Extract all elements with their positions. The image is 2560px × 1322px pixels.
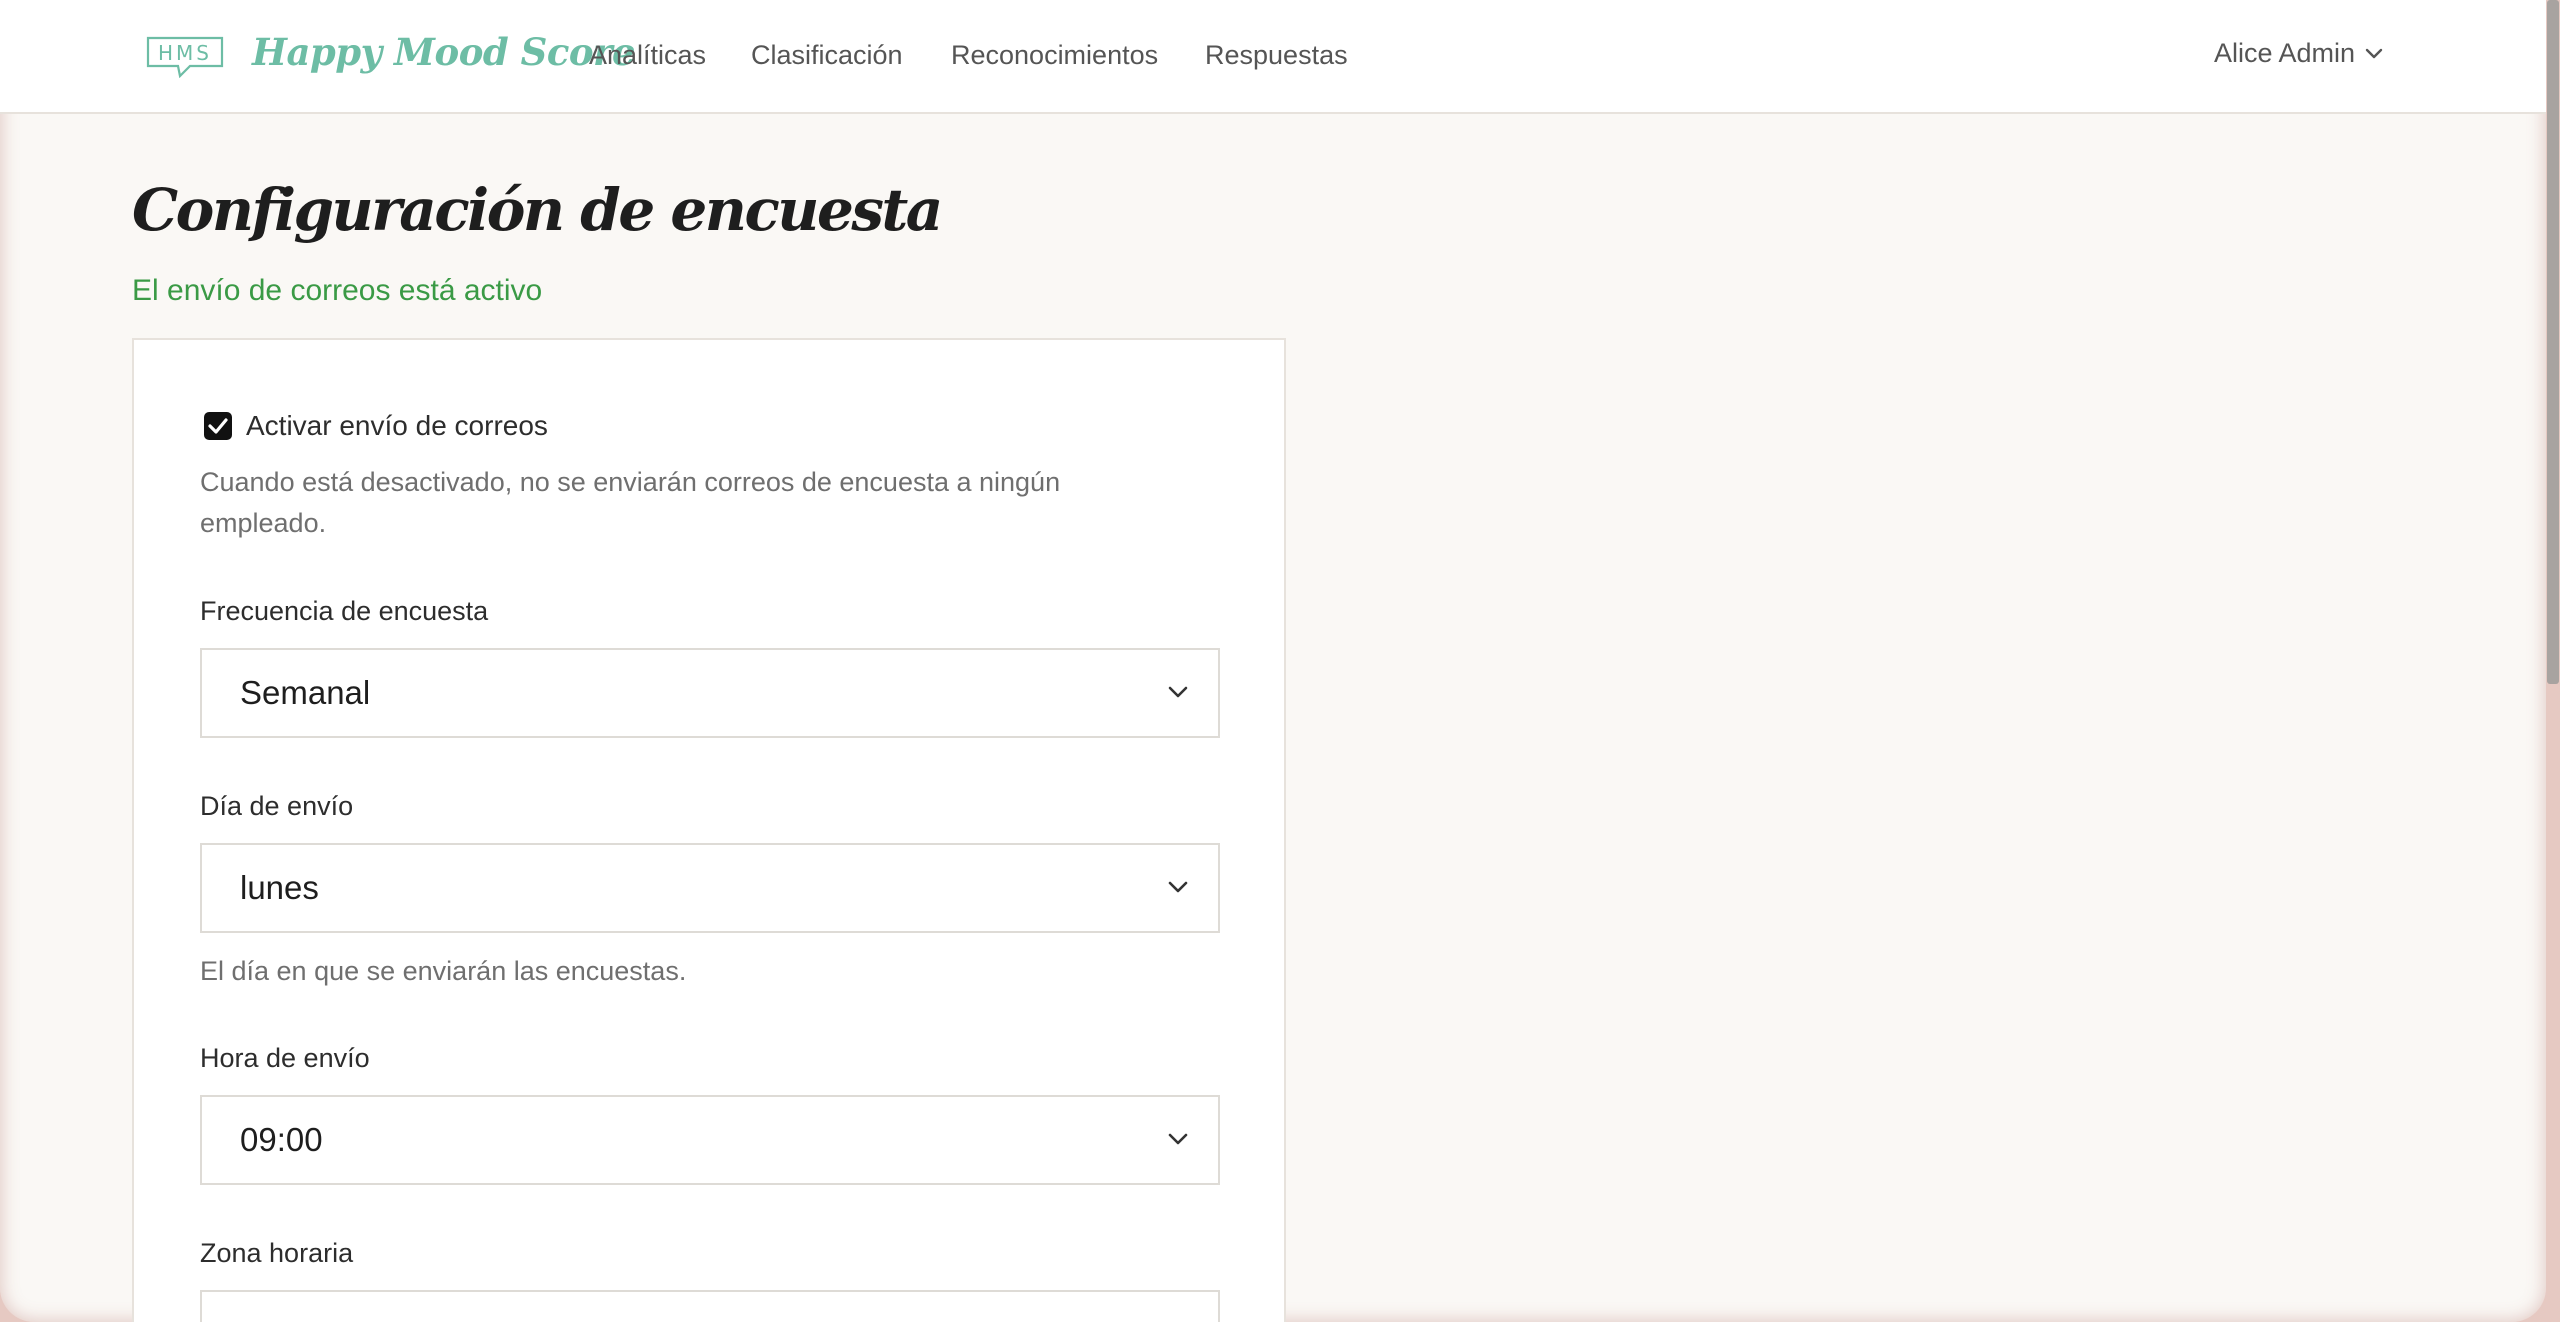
- app-window: HMS Happy Mood Score Analíticas Clasific…: [0, 0, 2546, 1322]
- chevron-down-icon: [1168, 686, 1188, 698]
- frequency-value: Semanal: [240, 674, 371, 711]
- scrollbar-thumb[interactable]: [2547, 0, 2559, 684]
- nav-link-reconocimientos[interactable]: Reconocimientos: [951, 40, 1158, 71]
- nav-link-respuestas[interactable]: Respuestas: [1205, 40, 1348, 71]
- send-time-value: 09:00: [240, 1121, 323, 1158]
- chevron-down-icon: [1168, 1133, 1188, 1145]
- user-name: Alice Admin: [2214, 38, 2356, 68]
- hms-logo-icon[interactable]: HMS: [146, 36, 224, 79]
- frequency-select[interactable]: Semanal: [200, 648, 1220, 738]
- send-time-select[interactable]: 09:00: [200, 1095, 1220, 1185]
- page-title: Configuración de encuesta: [132, 176, 943, 244]
- enable-emails-help: Cuando está desactivado, no se enviarán …: [200, 467, 1061, 538]
- timezone-label: Zona horaria: [200, 1238, 354, 1268]
- chevron-down-icon: [1168, 881, 1188, 893]
- send-day-select[interactable]: lunes: [200, 843, 1220, 933]
- nav-link-clasificacion[interactable]: Clasificación: [751, 40, 903, 71]
- status-message: El envío de correos está activo: [132, 274, 543, 307]
- enable-emails-label[interactable]: Activar envío de correos: [246, 410, 548, 442]
- check-icon: [208, 418, 228, 434]
- enable-emails-checkbox[interactable]: [204, 412, 232, 440]
- send-day-value: lunes: [240, 869, 319, 906]
- user-menu[interactable]: Alice Admin: [2214, 38, 2383, 69]
- chevron-down-icon: [2365, 48, 2383, 58]
- brand-name[interactable]: Happy Mood Score: [252, 30, 636, 74]
- send-day-label: Día de envío: [200, 791, 354, 821]
- top-navbar: HMS Happy Mood Score Analíticas Clasific…: [0, 0, 2546, 114]
- logo-text: HMS: [158, 41, 212, 65]
- nav-link-analiticas[interactable]: Analíticas: [589, 40, 706, 71]
- enable-emails-row: Activar envío de correos: [204, 410, 548, 442]
- timezone-select[interactable]: [200, 1290, 1220, 1322]
- send-time-label: Hora de envío: [200, 1043, 370, 1073]
- settings-card: Activar envío de correos Cuando está des…: [132, 338, 1286, 1322]
- send-day-help: El día en que se enviarán las encuestas.: [200, 956, 687, 986]
- frequency-label: Frecuencia de encuesta: [200, 596, 489, 626]
